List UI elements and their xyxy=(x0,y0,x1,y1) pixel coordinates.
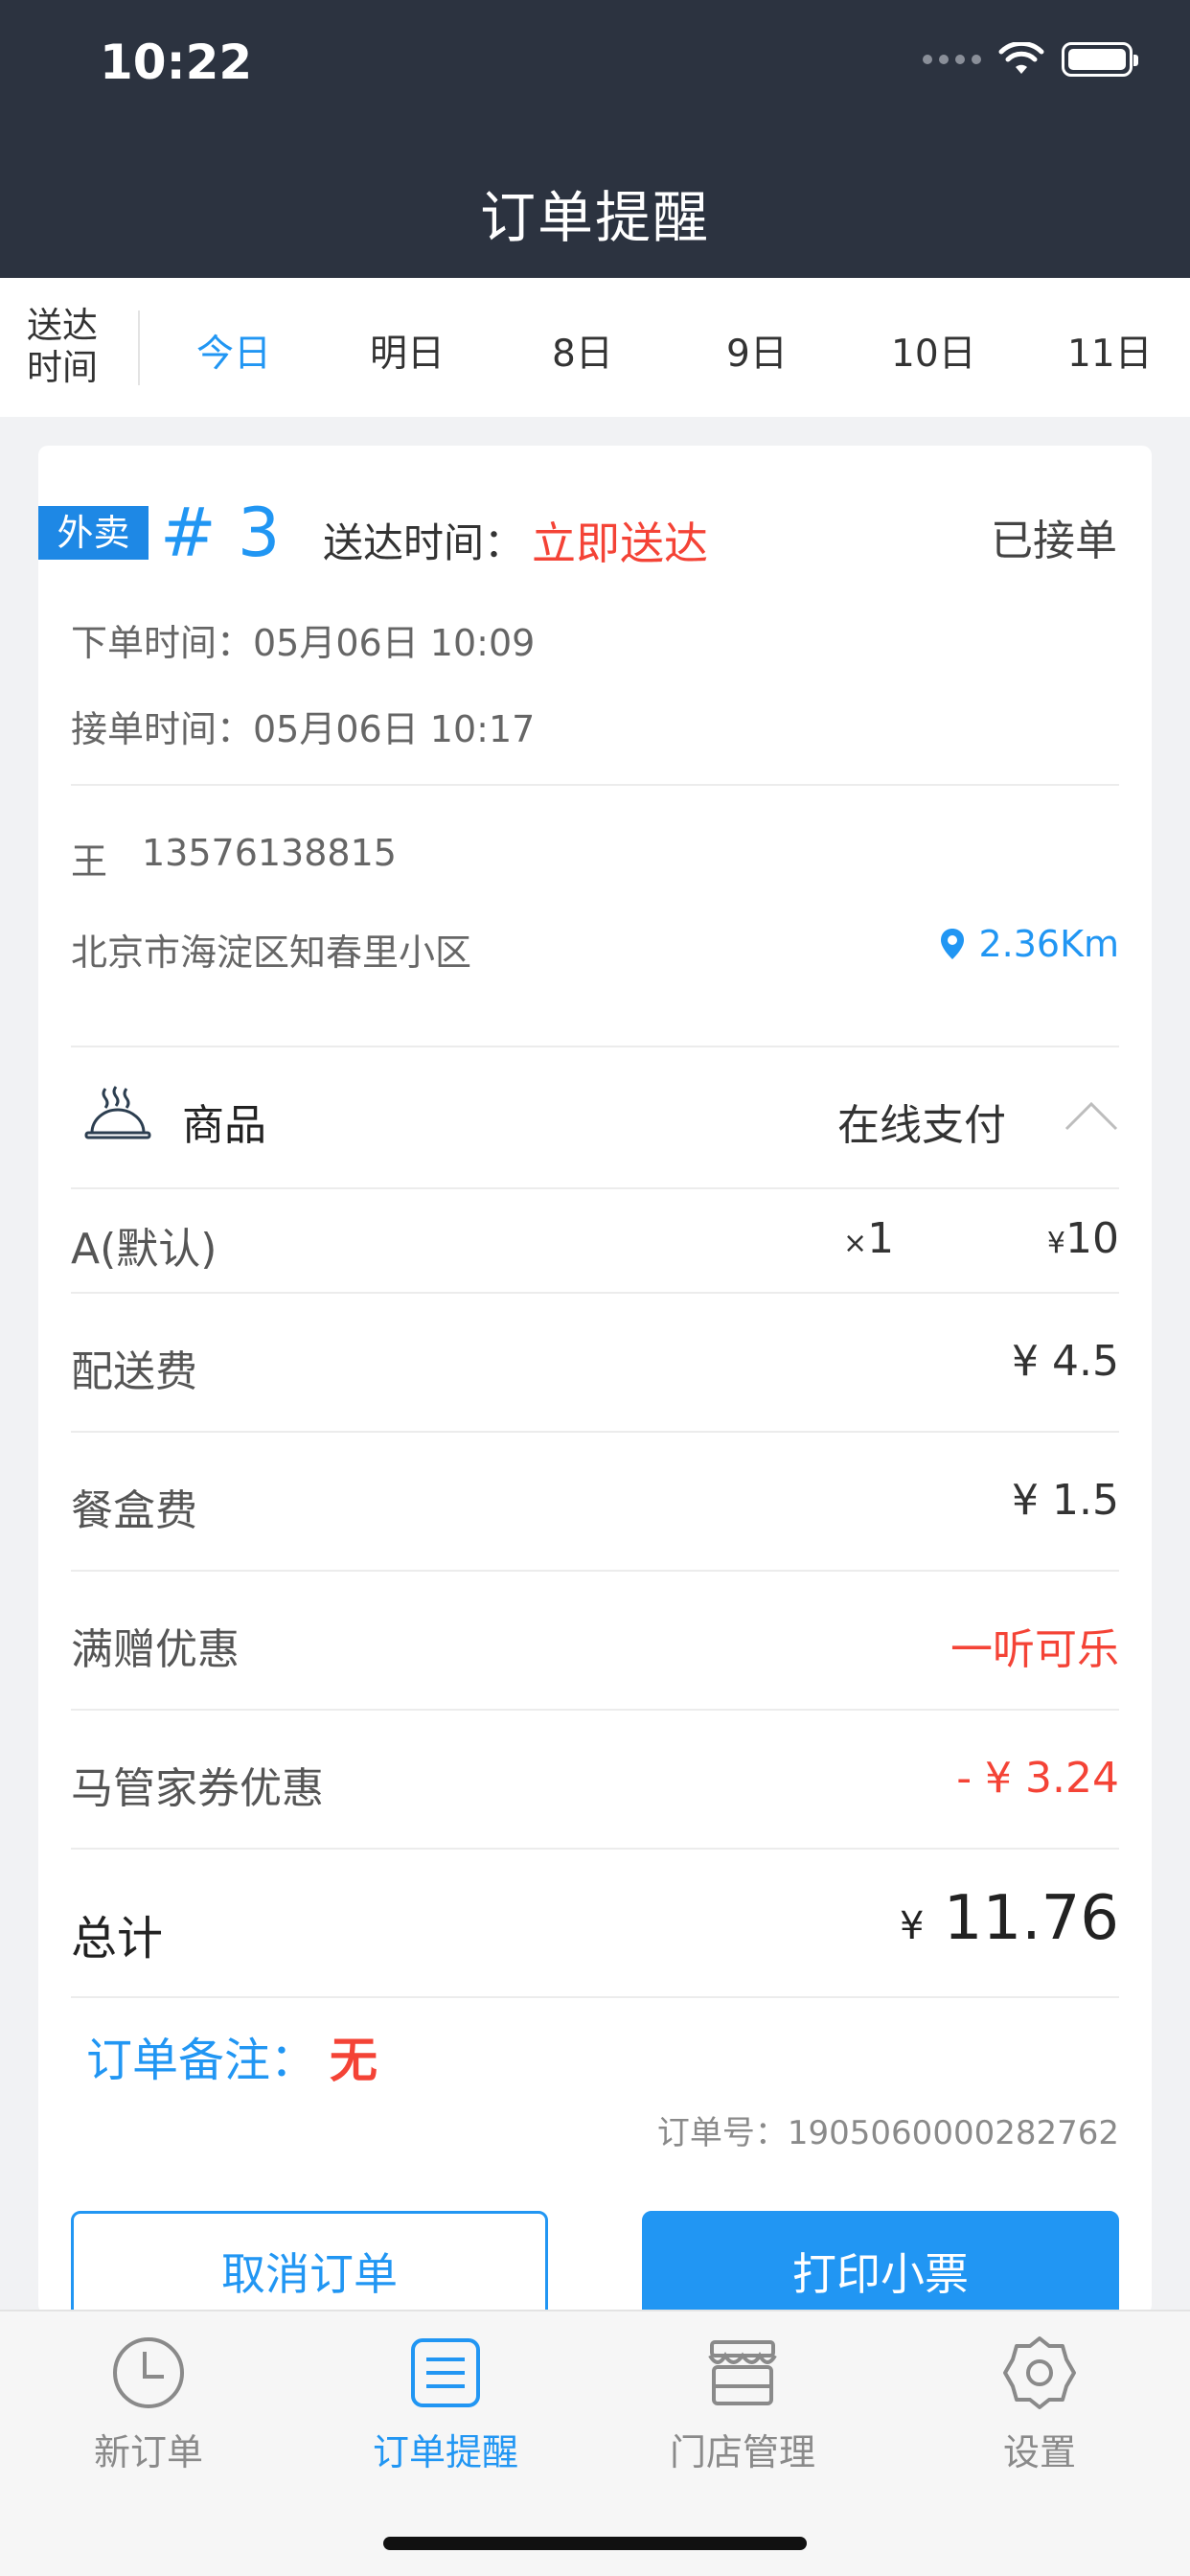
date-tab-11[interactable]: 11日 xyxy=(1067,324,1153,378)
fee-label: 餐盒费 xyxy=(71,1486,197,1535)
customer-address: 北京市海淀区知春里小区 xyxy=(71,932,472,974)
battery-icon xyxy=(1062,42,1138,77)
delivery-time-label: 送达时间： xyxy=(323,519,525,566)
item-name: A(默认) xyxy=(71,1225,217,1274)
order-card: 外卖 # 3 送达时间： 立即送达 已接单 下单时间：05月06日 10:09 … xyxy=(38,446,1152,2335)
placed-time: 下单时间：05月06日 10:09 xyxy=(71,622,536,664)
divider xyxy=(71,1431,1119,1433)
item-quantity: ×1 xyxy=(843,1214,894,1263)
order-note-value: 无 xyxy=(330,2033,378,2088)
goods-section-title: 商品 xyxy=(182,1101,266,1150)
fee-value: 一听可乐 xyxy=(950,1625,1119,1674)
order-note-label: 订单备注： xyxy=(86,2034,317,2087)
order-sequence-number: # 3 xyxy=(160,494,281,572)
divider xyxy=(71,784,1119,786)
accepted-time: 接单时间：05月06日 10:17 xyxy=(71,708,536,750)
store-icon xyxy=(708,2340,777,2405)
delivery-time-value: 立即送达 xyxy=(532,518,708,569)
fee-label: 满赠优惠 xyxy=(71,1625,240,1674)
tab-store-management[interactable]: 门店管理 xyxy=(647,2334,838,2475)
date-tab-8[interactable]: 8日 xyxy=(552,324,613,378)
currency-symbol: ¥ xyxy=(1046,1227,1065,1260)
date-tab-10[interactable]: 10日 xyxy=(891,324,976,378)
total-amount: ¥ 11.76 xyxy=(900,1883,1119,1954)
customer-name: 王 xyxy=(71,840,108,883)
date-tab-tomorrow[interactable]: 明日 xyxy=(370,324,445,378)
divider xyxy=(71,1187,1119,1189)
fee-value: - ¥ 3.24 xyxy=(956,1754,1119,1803)
divider xyxy=(71,1292,1119,1294)
date-selector-label: 送达时间 xyxy=(27,305,98,388)
app-header: 10:22 订单提醒 xyxy=(0,0,1190,278)
divider xyxy=(138,310,140,385)
clock-icon xyxy=(113,2337,184,2408)
location-pin-icon xyxy=(941,929,965,959)
date-tab-today[interactable]: 今日 xyxy=(196,324,271,378)
fee-label: 配送费 xyxy=(71,1347,197,1396)
tab-label: 门店管理 xyxy=(669,2431,815,2473)
gear-icon xyxy=(1003,2336,1076,2409)
distance-value: 2.36Km xyxy=(978,923,1119,965)
status-icons xyxy=(923,42,1138,77)
customer-phone[interactable]: 13576138815 xyxy=(142,832,397,874)
divider xyxy=(71,1570,1119,1572)
divider xyxy=(71,1046,1119,1047)
order-status: 已接单 xyxy=(991,517,1117,565)
food-cloche-icon xyxy=(84,1086,151,1139)
tab-new-orders[interactable]: 新订单 xyxy=(53,2334,244,2475)
fee-value: ¥ 1.5 xyxy=(1012,1476,1119,1525)
total-amount-value: 11.76 xyxy=(943,1883,1119,1954)
divider xyxy=(71,1848,1119,1850)
page-title: 订单提醒 xyxy=(479,185,710,250)
total-label: 总计 xyxy=(71,1912,164,1966)
tab-order-reminders[interactable]: 订单提醒 xyxy=(350,2334,541,2475)
document-list-icon xyxy=(411,2338,480,2407)
signal-icon xyxy=(923,55,981,64)
currency-symbol: ¥ xyxy=(899,1904,925,1948)
date-tab-9[interactable]: 9日 xyxy=(726,324,788,378)
tab-label: 新订单 xyxy=(93,2431,203,2473)
item-quantity-value: 1 xyxy=(867,1214,895,1263)
tab-settings[interactable]: 设置 xyxy=(944,2334,1135,2475)
tab-label: 设置 xyxy=(1002,2431,1076,2473)
item-price-value: 10 xyxy=(1065,1214,1119,1263)
fee-value: ¥ 4.5 xyxy=(1012,1337,1119,1386)
divider xyxy=(71,1709,1119,1711)
divider xyxy=(71,1996,1119,1998)
fee-label: 马管家券优惠 xyxy=(71,1764,324,1813)
wifi-icon xyxy=(998,42,1044,74)
payment-method: 在线支付 xyxy=(837,1101,1006,1150)
chevron-up-icon[interactable] xyxy=(1064,1099,1119,1132)
item-quantity-prefix: × xyxy=(843,1227,868,1260)
date-selector: 送达时间 今日 明日 8日 9日 10日 11日 xyxy=(0,278,1190,417)
order-type-badge: 外卖 xyxy=(38,506,149,560)
order-number: 订单号：1905060000282762 xyxy=(656,2114,1119,2152)
home-indicator[interactable] xyxy=(383,2537,807,2550)
status-time: 10:22 xyxy=(100,34,253,90)
distance-link[interactable]: 2.36Km xyxy=(940,923,1119,965)
item-price: ¥10 xyxy=(1047,1214,1119,1263)
tab-label: 订单提醒 xyxy=(372,2431,518,2473)
